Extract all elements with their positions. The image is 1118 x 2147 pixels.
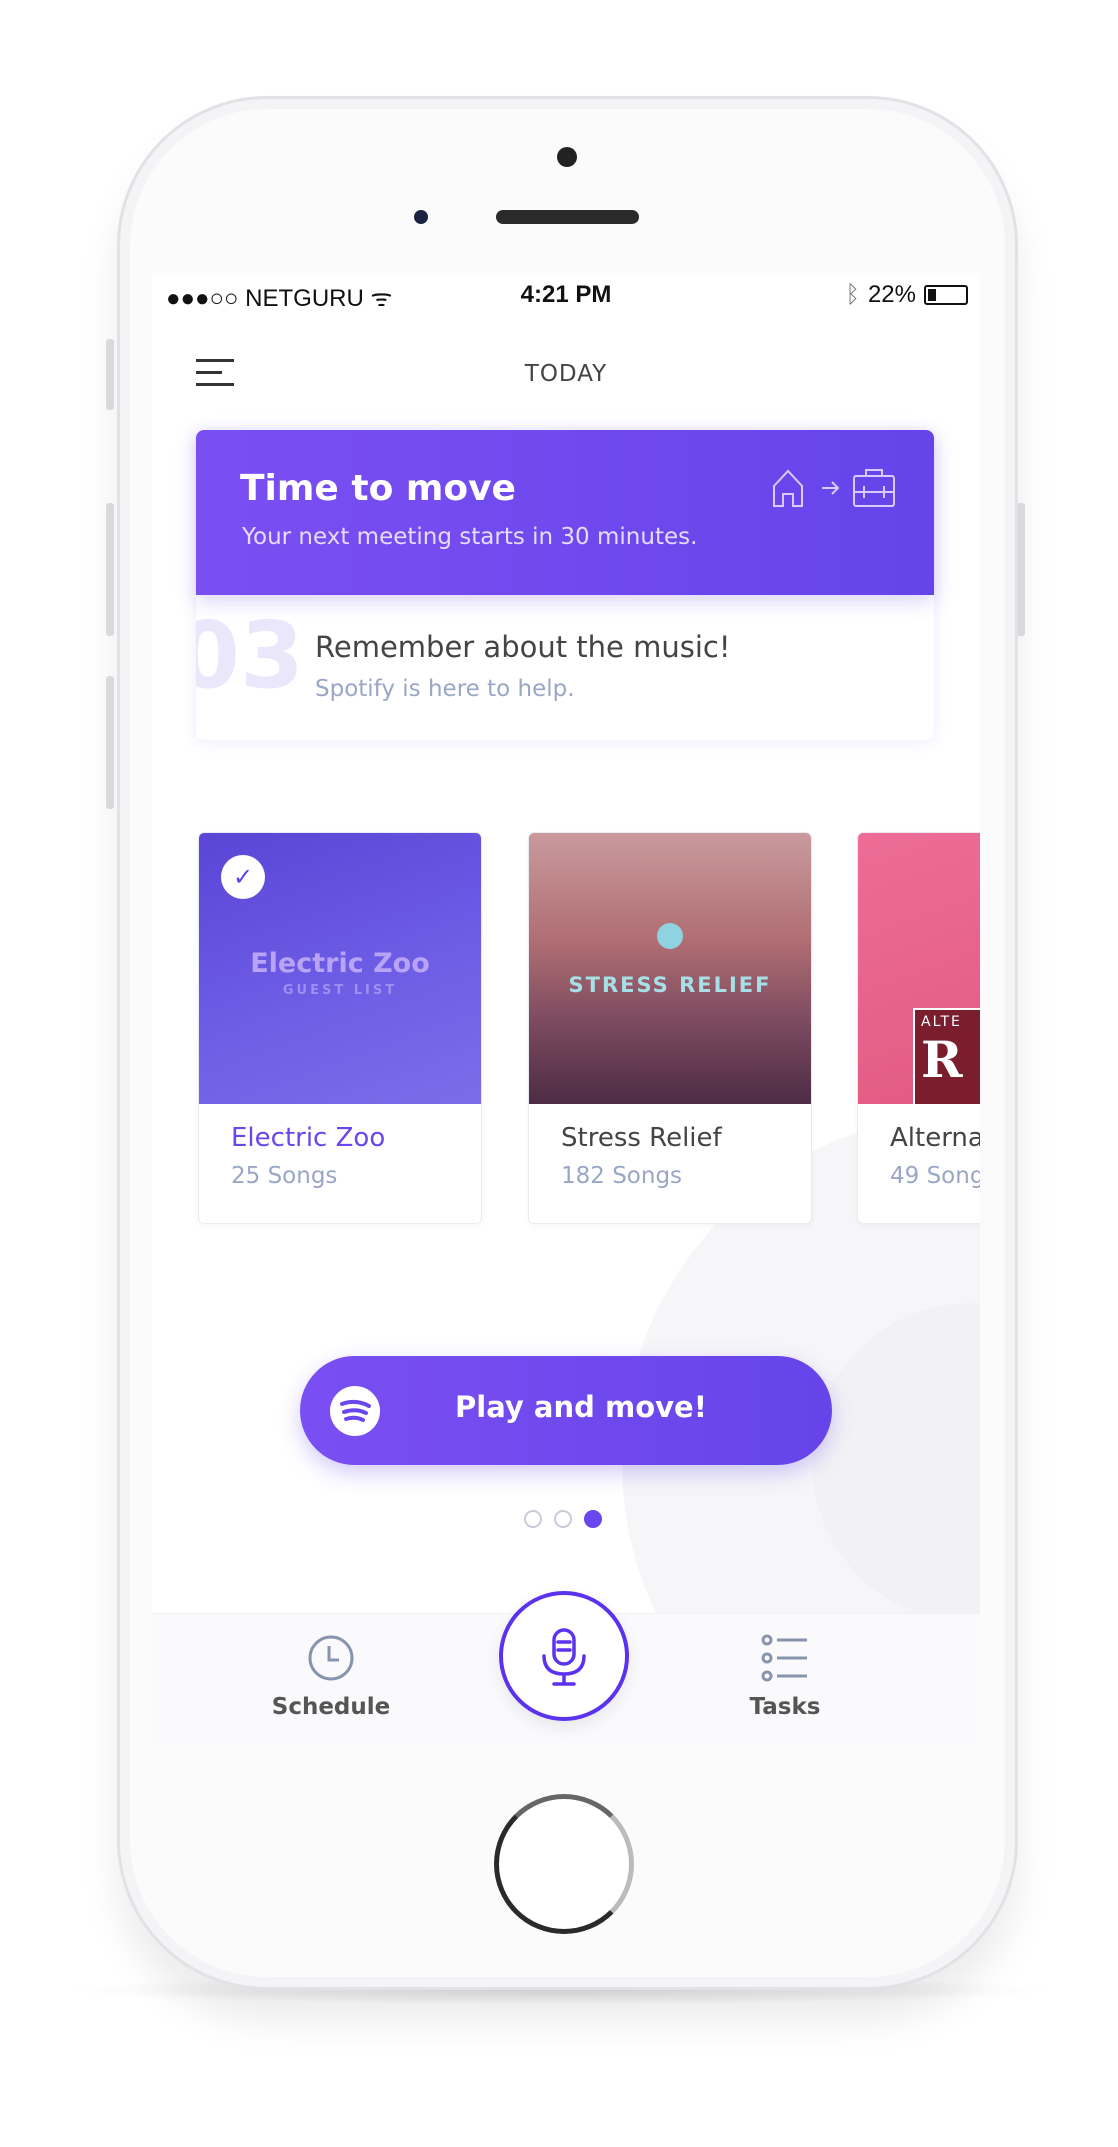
step-subtitle: Spotify is here to help. [315,676,575,702]
play-and-move-button[interactable]: Play and move! [300,1356,832,1465]
playlist-card-alternative[interactable]: ALTE R Alterna 49 Song [857,832,980,1224]
playlist-cover: ALTE R [858,833,980,1104]
step-number: 03 [196,602,305,709]
tab-schedule[interactable]: Schedule [261,1634,401,1720]
mute-switch [106,339,114,410]
volume-up-button [106,503,114,636]
tab-tasks-label: Tasks [749,1694,821,1720]
step-title: Remember about the music! [315,630,731,664]
page-dot-1[interactable] [524,1510,542,1528]
tab-schedule-label: Schedule [271,1694,391,1720]
playlist-count: 49 Song [890,1163,980,1189]
page-title: TODAY [524,361,608,387]
cover-title: Electric Zoo [250,948,430,979]
microphone-icon [542,1628,586,1686]
playlist-name: Electric Zoo [231,1123,386,1153]
spotify-icon [657,923,683,949]
home-button[interactable] [494,1794,634,1934]
cover-subtitle: GUEST LIST [282,983,398,998]
clock-icon [308,1635,354,1681]
playlist-cover: STRESS RELIEF [529,833,811,1104]
volume-down-button [106,676,114,809]
page-indicator[interactable] [524,1510,602,1528]
alert-card[interactable]: Time to move Your next meeting starts in… [196,430,934,595]
page-dot-3-active[interactable] [584,1510,602,1528]
page-dot-2[interactable] [554,1510,572,1528]
alert-subtitle: Your next meeting starts in 30 minutes. [242,524,698,550]
briefcase-icon [853,469,895,507]
proximity-sensor [557,147,577,167]
tab-tasks[interactable]: Tasks [715,1634,855,1720]
battery-percent: 22% [867,281,916,308]
play-button-label: Play and move! [455,1390,707,1424]
power-button [1017,503,1025,636]
app-screen: ●●●○○ NETGURU ᯤ 4:21 PM ᛒ 22% TODAY 03 Re… [152,273,980,1744]
voice-button[interactable] [499,1591,629,1721]
playlist-count: 182 Songs [561,1163,683,1189]
front-camera [414,210,428,224]
task-list-icon [761,1634,807,1682]
playlist-cover: Electric Zoo GUEST LIST ✓ [199,833,481,1104]
bluetooth-icon: ᛒ [845,281,860,308]
arrow-right-icon [822,481,840,495]
home-icon [773,469,803,507]
playlist-card-electric-zoo[interactable]: Electric Zoo GUEST LIST ✓ Electric Zoo 2… [198,832,482,1224]
cover-badge: ALTE R [913,1008,980,1104]
battery-icon [924,285,968,305]
playlist-count: 25 Songs [231,1163,338,1189]
alert-title: Time to move [240,468,516,509]
earpiece-speaker [496,210,639,224]
check-icon[interactable]: ✓ [221,855,265,899]
status-bar: ●●●○○ NETGURU ᯤ 4:21 PM ᛒ 22% [152,281,980,312]
playlist-name: Stress Relief [561,1123,722,1153]
playlist-card-stress-relief[interactable]: STRESS RELIEF Stress Relief 182 Songs [528,832,812,1224]
cover-title: STRESS RELIEF [568,973,772,997]
playlist-name: Alterna [890,1123,980,1153]
